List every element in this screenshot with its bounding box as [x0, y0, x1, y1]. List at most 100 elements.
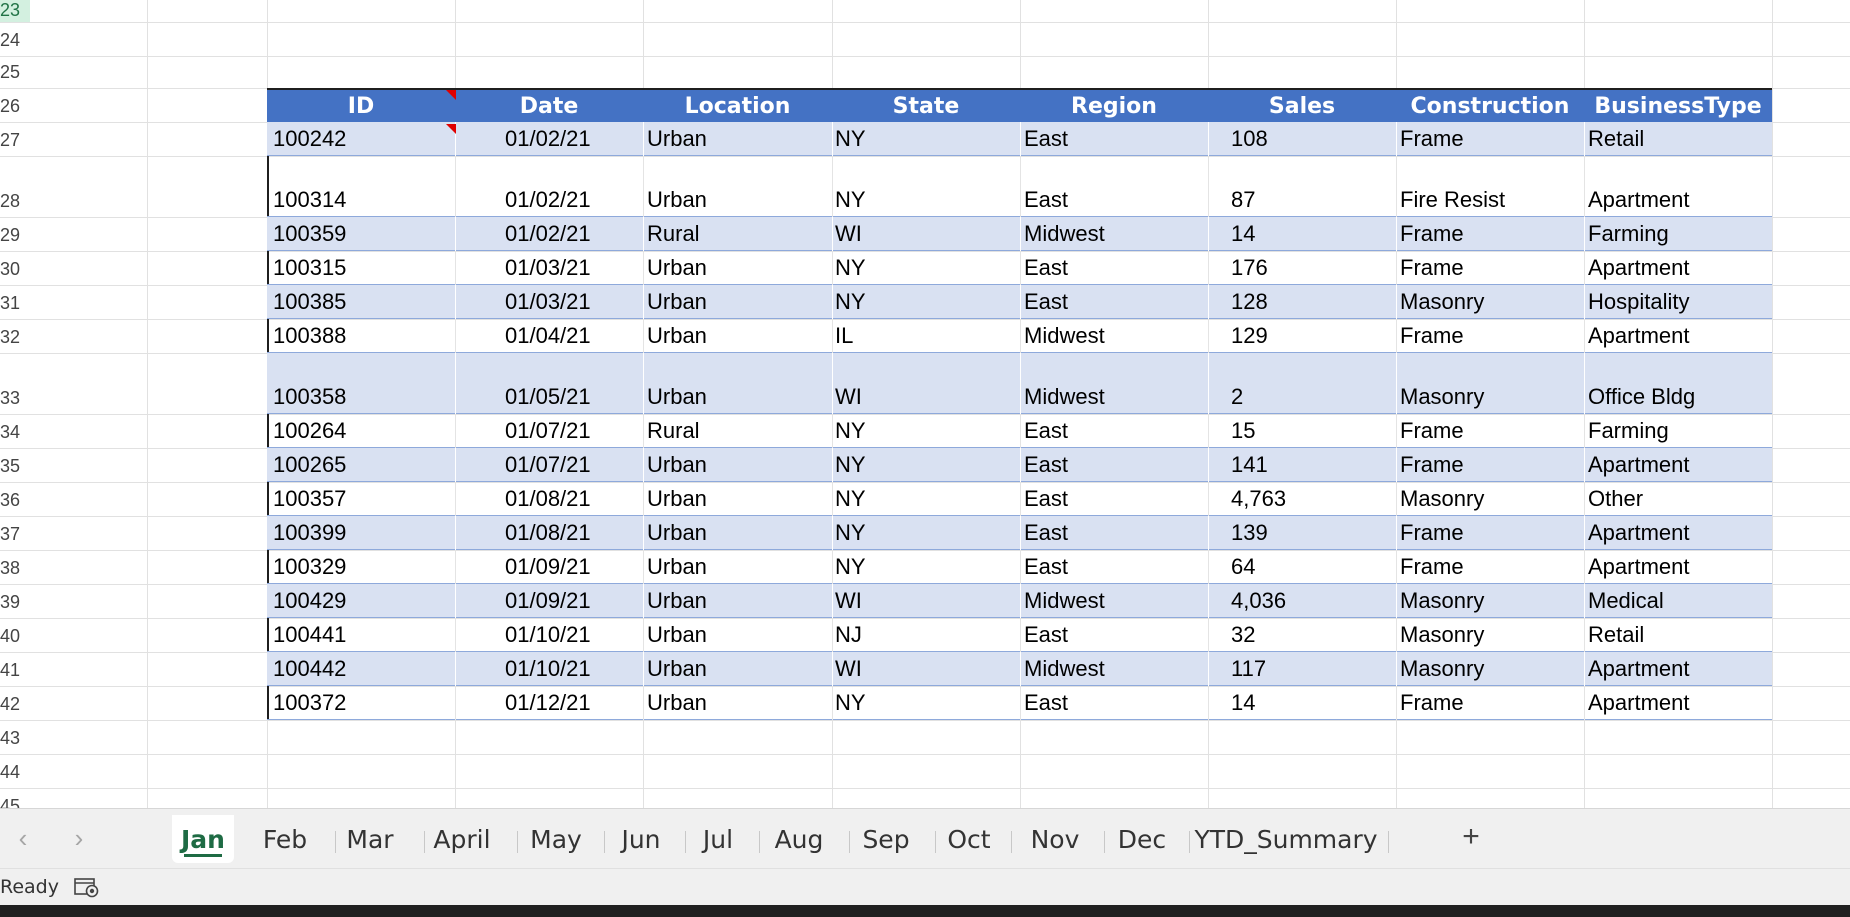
table-cell[interactable]: Office Bldg — [1588, 384, 1695, 410]
table-cell[interactable]: 01/02/21 — [505, 126, 591, 152]
table-cell[interactable]: 100399 — [273, 520, 346, 546]
row-number[interactable]: 29 — [0, 217, 30, 251]
table-cell[interactable]: Frame — [1400, 323, 1464, 349]
table-cell[interactable]: East — [1024, 126, 1068, 152]
table-row[interactable]: 100242 01/02/21 Urban NY East 108 Frame Retail — [267, 122, 1772, 156]
table-cell[interactable]: Urban — [647, 126, 707, 152]
table-row[interactable]: 100329 01/09/21 Urban NY East 64 Frame Apartmen… — [267, 550, 1772, 584]
table-cell[interactable]: NY — [835, 452, 866, 478]
table-cell[interactable]: Urban — [647, 588, 707, 614]
table-cell[interactable]: East — [1024, 486, 1068, 512]
table-row[interactable]: 100372 01/12/21 Urban NY East 14 Frame Apartmen… — [267, 686, 1772, 720]
table-row[interactable]: 100315 01/03/21 Urban NY East 176 Frame Apartme… — [267, 251, 1772, 285]
sheet-tab-dec[interactable]: Dec — [1105, 815, 1179, 863]
table-cell[interactable]: NY — [835, 554, 866, 580]
table-cell[interactable]: Urban — [647, 554, 707, 580]
table-cell[interactable]: 141 — [1231, 452, 1268, 478]
column-header[interactable]: Location — [643, 90, 832, 122]
row-number[interactable]: 37 — [0, 516, 30, 550]
add-sheet-button[interactable]: + — [1453, 819, 1489, 855]
table-row[interactable]: 100357 01/08/21 Urban NY East 4,763 Masonry Oth… — [267, 482, 1772, 516]
table-cell[interactable]: Apartment — [1588, 323, 1690, 349]
row-number[interactable]: 42 — [0, 686, 30, 720]
table-cell[interactable]: Apartment — [1588, 452, 1690, 478]
table-row[interactable]: 100265 01/07/21 Urban NY East 141 Frame Apartme… — [267, 448, 1772, 482]
column-header[interactable]: ID — [267, 90, 455, 122]
table-cell[interactable]: Medical — [1588, 588, 1664, 614]
row-number[interactable]: 40 — [0, 618, 30, 652]
table-cell[interactable]: 01/10/21 — [505, 656, 591, 682]
table-cell[interactable]: Midwest — [1024, 588, 1105, 614]
row-number[interactable]: 33 — [0, 353, 30, 414]
table-cell[interactable]: 01/02/21 — [505, 221, 591, 247]
table-cell[interactable]: 100429 — [273, 588, 346, 614]
sheet-tab-jul[interactable]: Jul — [686, 815, 750, 863]
table-cell[interactable]: Urban — [647, 656, 707, 682]
table-cell[interactable]: Apartment — [1588, 554, 1690, 580]
row-number[interactable]: 34 — [0, 414, 30, 448]
table-cell[interactable]: Midwest — [1024, 323, 1105, 349]
table-cell[interactable]: 64 — [1231, 554, 1255, 580]
table-cell[interactable]: 100358 — [273, 384, 346, 410]
table-cell[interactable]: NJ — [835, 622, 862, 648]
table-cell[interactable]: Urban — [647, 255, 707, 281]
sheet-tab-jun[interactable]: Jun — [605, 815, 677, 863]
table-cell[interactable]: East — [1024, 622, 1068, 648]
column-header[interactable]: State — [832, 90, 1020, 122]
table-cell[interactable]: 100314 — [273, 187, 346, 213]
row-number[interactable]: 43 — [0, 720, 30, 754]
column-header[interactable]: Sales — [1208, 90, 1396, 122]
table-cell[interactable]: Farming — [1588, 418, 1669, 444]
table-cell[interactable]: 01/03/21 — [505, 255, 591, 281]
column-header[interactable]: Region — [1020, 90, 1208, 122]
table-cell[interactable]: 100242 — [273, 126, 346, 152]
row-number[interactable]: 35 — [0, 448, 30, 482]
table-cell[interactable]: East — [1024, 289, 1068, 315]
table-cell[interactable]: Midwest — [1024, 384, 1105, 410]
table-cell[interactable]: Rural — [647, 418, 700, 444]
table-cell[interactable]: 15 — [1231, 418, 1255, 444]
table-cell[interactable]: 117 — [1231, 656, 1266, 682]
row-number[interactable]: 24 — [0, 22, 30, 56]
table-cell[interactable]: 100264 — [273, 418, 346, 444]
table-cell[interactable]: NY — [835, 126, 866, 152]
table-cell[interactable]: Urban — [647, 289, 707, 315]
table-cell[interactable]: 01/07/21 — [505, 452, 591, 478]
chevron-right-icon[interactable]: › — [64, 823, 94, 853]
table-cell[interactable]: East — [1024, 452, 1068, 478]
table-cell[interactable]: 01/09/21 — [505, 554, 591, 580]
table-cell[interactable]: NY — [835, 255, 866, 281]
sheet-tab-feb[interactable]: Feb — [257, 815, 313, 863]
column-header[interactable]: Construction — [1396, 90, 1584, 122]
table-cell[interactable]: NY — [835, 187, 866, 213]
table-cell[interactable]: Hospitality — [1588, 289, 1689, 315]
table-cell[interactable]: 01/08/21 — [505, 520, 591, 546]
table-cell[interactable]: IL — [835, 323, 853, 349]
spreadsheet-grid[interactable]: 23 24 25 26 27 28 29 30 31 32 33 34 35 36 37 38 39 40 41 42… — [0, 0, 1850, 808]
table-row[interactable]: 100314 01/02/21 Urban NY East 87 Fire Resist Ap… — [267, 156, 1772, 217]
table-cell[interactable]: 100357 — [273, 486, 346, 512]
row-number[interactable]: 39 — [0, 584, 30, 618]
table-cell[interactable]: Frame — [1400, 255, 1464, 281]
chevron-left-icon[interactable]: ‹ — [8, 823, 38, 853]
sheet-tab-mar[interactable]: Mar — [336, 815, 404, 863]
table-cell[interactable]: Urban — [647, 520, 707, 546]
table-cell[interactable]: 129 — [1231, 323, 1268, 349]
table-cell[interactable]: Retail — [1588, 622, 1644, 648]
table-cell[interactable]: Frame — [1400, 554, 1464, 580]
sheet-tab-sep[interactable]: Sep — [850, 815, 922, 863]
table-cell[interactable]: Frame — [1400, 452, 1464, 478]
table-cell[interactable]: Masonry — [1400, 588, 1484, 614]
table-cell[interactable]: 100315 — [273, 255, 346, 281]
table-cell[interactable]: 14 — [1231, 221, 1255, 247]
table-cell[interactable]: Urban — [647, 486, 707, 512]
table-cell[interactable]: 128 — [1231, 289, 1268, 315]
sheet-tab-nov[interactable]: Nov — [1012, 815, 1098, 863]
table-cell[interactable]: 01/05/21 — [505, 384, 591, 410]
table-cell[interactable]: East — [1024, 554, 1068, 580]
table-row[interactable]: 100388 01/04/21 Urban IL Midwest 129 Frame Apar… — [267, 319, 1772, 353]
table-cell[interactable]: 01/10/21 — [505, 622, 591, 648]
table-row[interactable]: 100264 01/07/21 Rural NY East 15 Frame Farming — [267, 414, 1772, 448]
table-cell[interactable]: Apartment — [1588, 187, 1690, 213]
sheet-tab-jan[interactable]: Jan — [172, 815, 234, 863]
